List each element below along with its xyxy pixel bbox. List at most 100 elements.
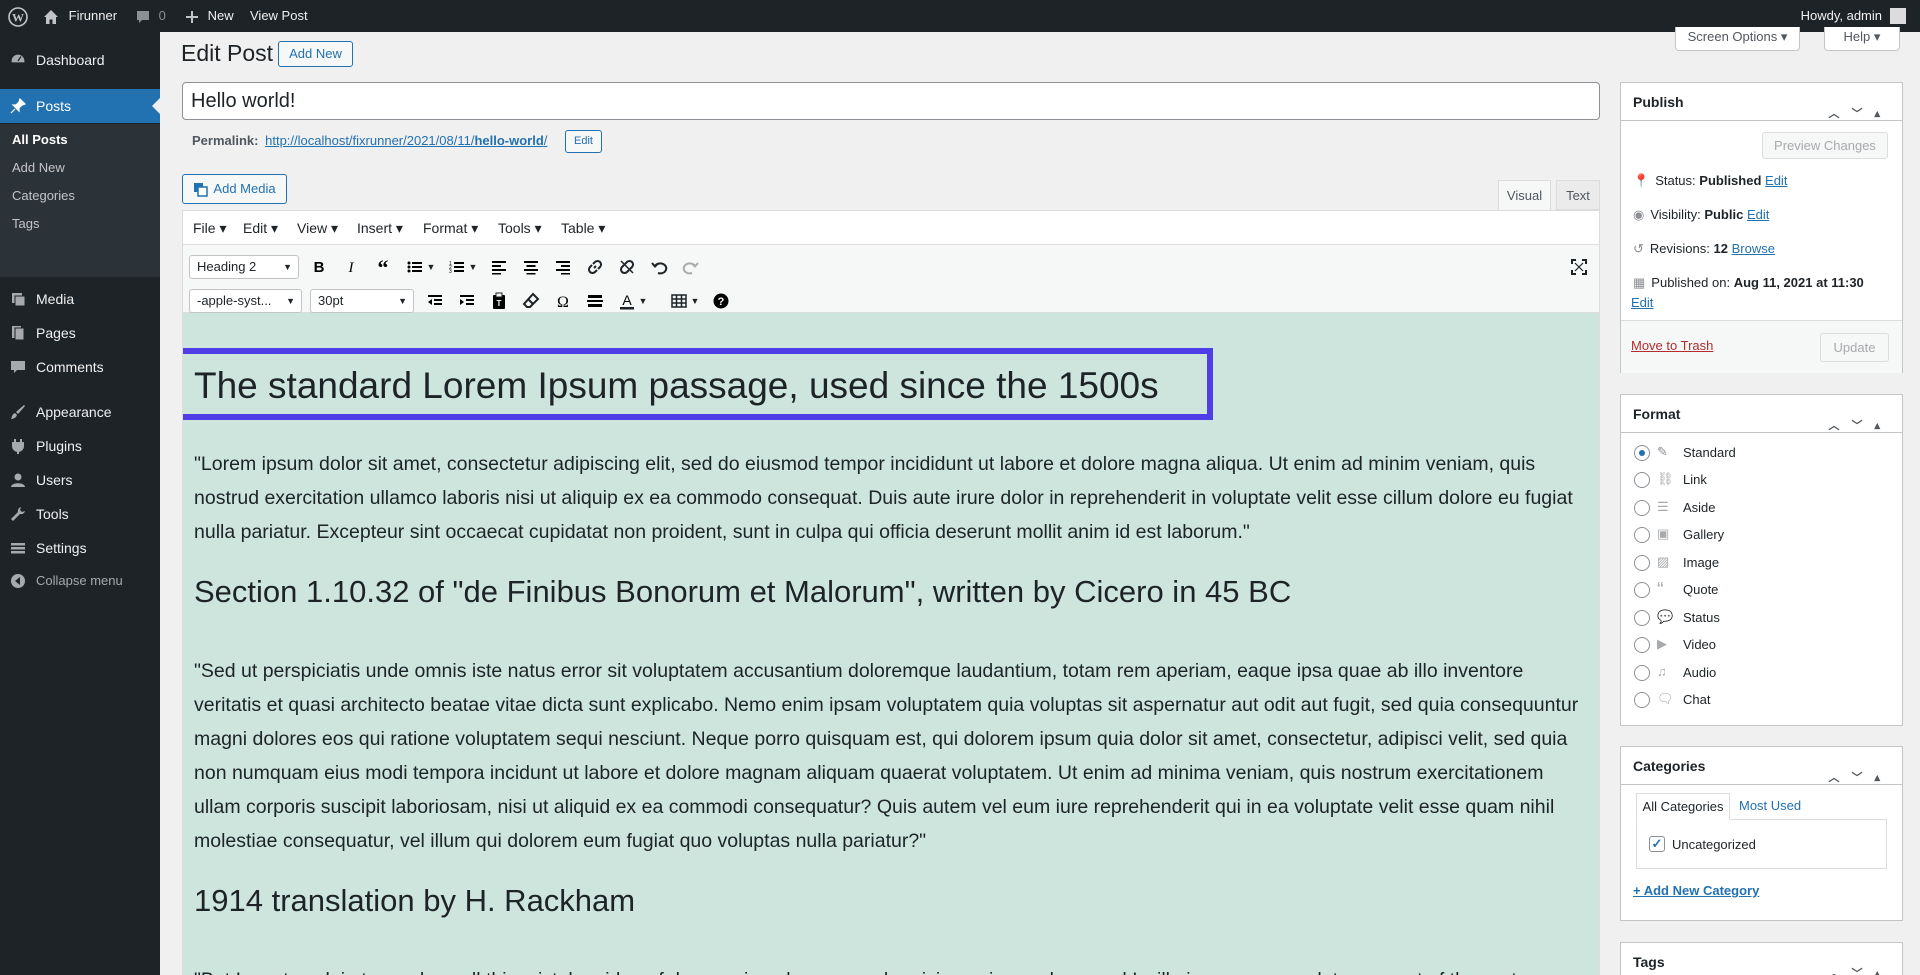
menu-tools[interactable]: Tools ▾ bbox=[498, 211, 542, 245]
add-new-category-link[interactable]: + Add New Category bbox=[1633, 883, 1759, 898]
format-radio-image[interactable] bbox=[1634, 555, 1650, 571]
numbered-list-dropdown[interactable]: ▼ bbox=[467, 255, 479, 279]
menu-view[interactable]: View ▾ bbox=[297, 211, 338, 245]
sidebar-item-media[interactable]: Media bbox=[0, 282, 160, 316]
category-checkbox-uncategorized[interactable]: ✓ bbox=[1649, 836, 1665, 852]
sidebar-item-plugins[interactable]: Plugins bbox=[0, 429, 160, 463]
comments-link[interactable]: 0 bbox=[135, 0, 166, 32]
table-dropdown[interactable]: ▼ bbox=[689, 289, 701, 313]
wordpress-logo-icon[interactable]: W bbox=[8, 0, 28, 32]
submenu-categories[interactable]: Categories bbox=[0, 182, 160, 210]
status-edit-link[interactable]: Edit bbox=[1765, 173, 1787, 188]
horizontal-line-icon[interactable] bbox=[583, 289, 607, 313]
editor-content[interactable]: The standard Lorem Ipsum passage, used s… bbox=[183, 313, 1599, 975]
font-family-select[interactable]: -apple-syst... ▼ bbox=[189, 289, 302, 313]
post-title-input[interactable]: Hello world! bbox=[182, 82, 1600, 120]
site-home-link[interactable]: Firunner bbox=[43, 0, 117, 32]
box-controls-icon[interactable]: ︿﹀▴ bbox=[1828, 95, 1892, 133]
link-icon[interactable] bbox=[583, 255, 607, 279]
menu-table[interactable]: Table ▾ bbox=[561, 211, 605, 245]
fullscreen-icon[interactable] bbox=[1567, 255, 1591, 279]
sidebar-item-pages[interactable]: Pages bbox=[0, 316, 160, 350]
menu-file[interactable]: File ▾ bbox=[193, 211, 226, 245]
tab-visual[interactable]: Visual bbox=[1498, 180, 1551, 211]
box-controls-icon[interactable]: ︿﹀▴ bbox=[1828, 407, 1892, 445]
unlink-icon[interactable] bbox=[615, 255, 639, 279]
sidebar-item-settings[interactable]: Settings bbox=[0, 531, 160, 565]
add-media-icon bbox=[194, 182, 209, 197]
content-paragraph-3[interactable]: "But I must explain to you how all this … bbox=[194, 963, 1590, 975]
format-radio-video[interactable] bbox=[1634, 637, 1650, 653]
help-icon[interactable]: ? bbox=[709, 289, 733, 313]
bullet-list-dropdown[interactable]: ▼ bbox=[425, 255, 437, 279]
published-on-edit-link[interactable]: Edit bbox=[1631, 295, 1653, 310]
avatar[interactable] bbox=[1890, 8, 1906, 24]
sidebar-item-appearance[interactable]: Appearance bbox=[0, 395, 160, 429]
permalink-edit-button[interactable]: Edit bbox=[565, 130, 602, 153]
bullet-list-icon[interactable] bbox=[403, 255, 427, 279]
text-color-icon[interactable]: A bbox=[615, 289, 639, 313]
format-radio-link[interactable] bbox=[1634, 472, 1650, 488]
format-radio-aside[interactable] bbox=[1634, 500, 1650, 516]
undo-icon[interactable] bbox=[647, 255, 671, 279]
submenu-add-new[interactable]: Add New bbox=[0, 154, 160, 182]
indent-icon[interactable] bbox=[455, 289, 479, 313]
clear-formatting-icon[interactable] bbox=[519, 289, 543, 313]
users-icon bbox=[11, 473, 25, 487]
add-media-button[interactable]: Add Media bbox=[182, 174, 287, 204]
tab-text[interactable]: Text bbox=[1556, 180, 1600, 210]
outdent-icon[interactable] bbox=[423, 289, 447, 313]
align-left-icon[interactable] bbox=[487, 255, 511, 279]
new-content-link[interactable]: New bbox=[185, 0, 234, 32]
tab-all-categories[interactable]: All Categories bbox=[1636, 793, 1730, 820]
content-heading-3[interactable]: 1914 translation by H. Rackham bbox=[194, 880, 635, 922]
content-paragraph-2[interactable]: "Sed ut perspiciatis unde omnis iste nat… bbox=[194, 654, 1590, 858]
numbered-list-icon[interactable]: 123 bbox=[445, 255, 469, 279]
screen-options-button[interactable]: Screen Options ▾ bbox=[1675, 27, 1800, 51]
box-controls-icon[interactable]: ︿﹀▴ bbox=[1828, 759, 1892, 797]
collapse-menu-button[interactable]: Collapse menu bbox=[0, 564, 160, 598]
browse-revisions-link[interactable]: Browse bbox=[1732, 241, 1775, 256]
sidebar-item-users[interactable]: Users bbox=[0, 463, 160, 497]
special-character-icon[interactable]: Ω bbox=[551, 289, 575, 313]
content-paragraph-1[interactable]: "Lorem ipsum dolor sit amet, consectetur… bbox=[194, 447, 1590, 549]
bold-icon[interactable]: B bbox=[307, 255, 331, 279]
box-controls-icon[interactable]: ︿﹀▴ bbox=[1828, 955, 1892, 975]
add-new-button[interactable]: Add New bbox=[278, 41, 353, 67]
menu-edit[interactable]: Edit ▾ bbox=[243, 211, 278, 245]
content-heading-2[interactable]: Section 1.10.32 of "de Finibus Bonorum e… bbox=[194, 571, 1291, 613]
format-radio-standard[interactable] bbox=[1634, 445, 1650, 461]
move-to-trash-link[interactable]: Move to Trash bbox=[1631, 338, 1713, 353]
sidebar-item-tools[interactable]: Tools bbox=[0, 497, 160, 531]
align-right-icon[interactable] bbox=[551, 255, 575, 279]
view-post-link[interactable]: View Post bbox=[250, 0, 308, 32]
media-icon bbox=[12, 293, 26, 307]
block-format-select[interactable]: Heading 2 ▼ bbox=[189, 255, 299, 279]
update-button[interactable]: Update bbox=[1820, 333, 1889, 362]
format-radio-quote[interactable] bbox=[1634, 582, 1650, 598]
format-radio-chat[interactable] bbox=[1634, 692, 1650, 708]
table-icon[interactable] bbox=[667, 289, 691, 313]
help-button[interactable]: Help ▾ bbox=[1824, 27, 1900, 51]
format-radio-gallery[interactable] bbox=[1634, 527, 1650, 543]
font-size-select[interactable]: 30pt ▼ bbox=[310, 289, 414, 313]
sidebar-item-dashboard[interactable]: Dashboard bbox=[0, 43, 160, 77]
menu-insert[interactable]: Insert ▾ bbox=[357, 211, 403, 245]
sidebar-item-posts[interactable]: Posts bbox=[0, 89, 160, 123]
text-color-dropdown[interactable]: ▼ bbox=[637, 289, 649, 313]
visibility-edit-link[interactable]: Edit bbox=[1747, 207, 1769, 222]
submenu-all-posts[interactable]: All Posts bbox=[0, 126, 160, 154]
blockquote-icon[interactable]: “ bbox=[371, 255, 395, 279]
menu-format[interactable]: Format ▾ bbox=[423, 211, 478, 245]
italic-icon[interactable]: I bbox=[339, 255, 363, 279]
redo-icon[interactable] bbox=[679, 255, 703, 279]
paste-as-text-icon[interactable]: T bbox=[487, 289, 511, 313]
tab-most-used[interactable]: Most Used bbox=[1739, 798, 1801, 813]
align-center-icon[interactable] bbox=[519, 255, 543, 279]
submenu-tags[interactable]: Tags bbox=[0, 210, 160, 238]
sidebar-item-comments[interactable]: Comments bbox=[0, 350, 160, 384]
format-radio-audio[interactable] bbox=[1634, 665, 1650, 681]
format-radio-status[interactable] bbox=[1634, 610, 1650, 626]
preview-changes-button[interactable]: Preview Changes bbox=[1762, 132, 1888, 159]
permalink-link[interactable]: http://localhost/fixrunner/2021/08/11/he… bbox=[265, 133, 547, 148]
